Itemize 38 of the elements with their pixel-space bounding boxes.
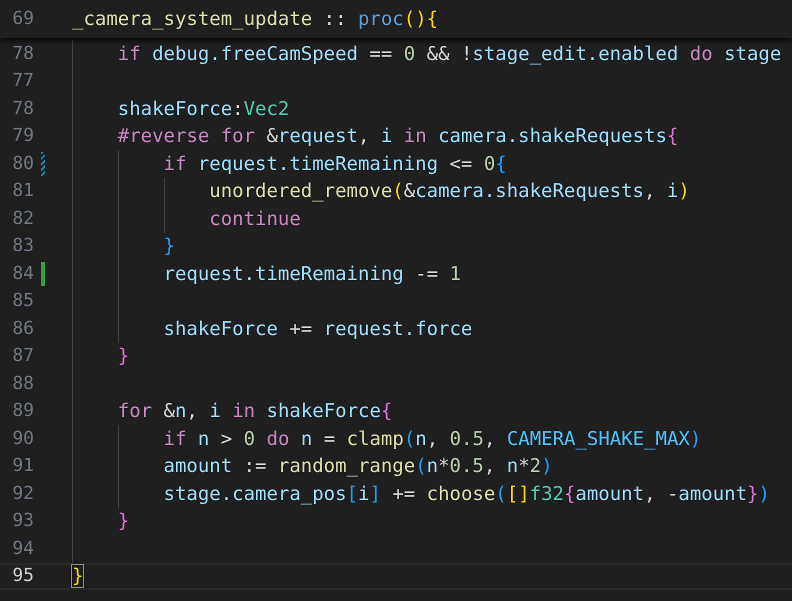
line-number: 84 [11, 262, 34, 286]
code-line: shakeForce:Vec2 [116, 96, 290, 121]
line-number: 79 [11, 124, 34, 148]
code-line: request.timeRemaining -= 1 [162, 262, 461, 286]
line-number: 82 [11, 206, 34, 231]
line-number: 90 [11, 426, 34, 451]
line-number: 94 [11, 536, 34, 561]
code-line: unordered_remove(&camera.shakeRequests, i) [208, 179, 690, 204]
line-number: 69 [11, 7, 34, 31]
code-line: if n > 0 do n = clamp(n, 0.5, CAMERA_SHAKE_MAX) [162, 426, 702, 451]
line-number: 81 [11, 179, 34, 204]
code-line: } [116, 509, 130, 534]
code-line: } [116, 344, 130, 368]
line-number: 88 [11, 372, 34, 396]
line-number: 86 [11, 316, 34, 341]
code-line: amount := random_range(n*0.5, n*2) [162, 454, 553, 478]
code-line: _camera_system_update :: proc(){ [72, 7, 438, 31]
line-number: 87 [11, 344, 34, 368]
line-number: 78 [11, 96, 34, 121]
code-line: if request.timeRemaining <= 0{ [162, 152, 507, 176]
code-line: shakeForce += request.force [162, 316, 472, 341]
line-number: 92 [11, 482, 34, 506]
line-number: 80 [11, 152, 34, 176]
code-line: } [162, 234, 175, 258]
line-number: 89 [11, 399, 34, 424]
line-number: 77 [11, 69, 34, 94]
code-line: } [72, 564, 84, 588]
code-line: stage.camera_pos[i] += choose([]f32{amount, -amount}) [162, 482, 770, 506]
code-line: continue [208, 206, 301, 231]
code-line: #reverse for &request, i in camera.shakeRequests{ [116, 124, 678, 148]
line-number: 85 [11, 289, 34, 314]
code-line: for &n, i in shakeForce{ [116, 399, 392, 424]
line-number: 93 [11, 509, 34, 534]
line-number: 91 [11, 454, 34, 478]
line-number: 78 [11, 42, 34, 66]
code-line: if debug.freeCamSpeed == 0 && !stage_edit.enabled do stage [116, 42, 782, 66]
line-number: 83 [11, 234, 34, 258]
line-number: 95 [11, 564, 34, 588]
